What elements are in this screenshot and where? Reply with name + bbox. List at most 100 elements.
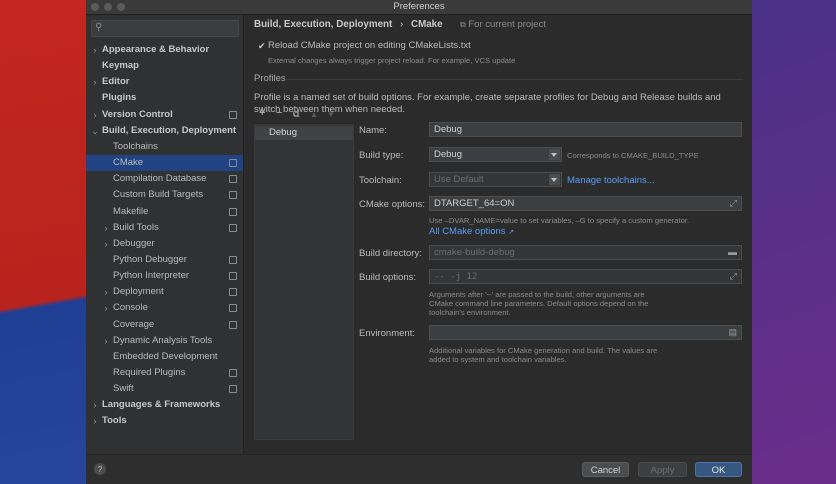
settings-sidebar: ⚲ › Appearance & Behavior Keymap › Editor Plu…	[86, 15, 243, 454]
sidebar-item-label: Editor	[102, 76, 130, 88]
add-icon[interactable]: +	[259, 107, 265, 119]
sidebar-item-embedded-development[interactable]: Embedded Development	[86, 349, 243, 365]
sidebar-item-keymap[interactable]: Keymap	[86, 58, 243, 74]
sidebar-item-tools[interactable]: › Tools	[86, 413, 243, 429]
cmake-options-field[interactable]: DTARGET_64=ON ⤢	[429, 196, 742, 211]
sidebar-item-editor[interactable]: › Editor	[86, 74, 243, 90]
sidebar-item-required-plugins[interactable]: Required Plugins	[86, 365, 243, 381]
sidebar-item-console[interactable]: › Console	[86, 300, 243, 316]
project-settings-icon	[229, 369, 237, 377]
build-type-hint: Corresponds to CMAKE_BUILD_TYPE	[567, 151, 699, 160]
build-directory-label: Build directory:	[359, 248, 422, 259]
chevron-right-icon[interactable]: ›	[102, 284, 110, 300]
sidebar-item-version-control[interactable]: › Version Control	[86, 107, 243, 123]
sidebar-item-label: Python Debugger	[113, 253, 187, 265]
chevron-right-icon[interactable]: ›	[91, 42, 99, 58]
name-field[interactable]: Debug	[429, 122, 742, 137]
sidebar-item-label: Console	[113, 302, 148, 314]
ok-button[interactable]: OK	[695, 462, 742, 477]
folder-icon[interactable]: ▬	[728, 246, 737, 259]
chevron-right-icon[interactable]: ›	[91, 74, 99, 90]
external-link-icon: ↗	[508, 229, 515, 236]
settings-search-input[interactable]: ⚲	[91, 20, 239, 37]
environment-hint-line-2: added to system and toolchain variables.	[429, 355, 567, 364]
build-options-hint-line-2: CMake command line parameters. Default o…	[429, 299, 649, 308]
help-button[interactable]: ?	[94, 463, 106, 475]
build-directory-field[interactable]: cmake-build-debug ▬	[429, 245, 742, 260]
cancel-button[interactable]: Cancel	[582, 462, 629, 477]
sidebar-item-build-execution-deployment[interactable]: ⌄ Build, Execution, Deployment	[86, 123, 243, 139]
reload-note: External changes always trigger project …	[268, 56, 516, 65]
sidebar-item-label: Compilation Database	[113, 173, 207, 185]
profile-item-label: Debug	[269, 127, 297, 138]
sidebar-item-python-interpreter[interactable]: Python Interpreter	[86, 268, 243, 284]
sidebar-item-appearance-behavior[interactable]: › Appearance & Behavior	[86, 42, 243, 58]
reload-checkbox-row[interactable]: ✔ Reload CMake project on editing CMakeL…	[254, 40, 471, 52]
manage-toolchains-link[interactable]: Manage toolchains...	[567, 175, 655, 186]
apply-button[interactable]: Apply	[638, 462, 687, 477]
sidebar-item-debugger[interactable]: › Debugger	[86, 236, 243, 252]
sidebar-item-label: Required Plugins	[113, 367, 186, 378]
project-settings-icon	[229, 110, 237, 119]
remove-icon[interactable]: −	[276, 107, 282, 119]
project-settings-icon	[229, 159, 237, 168]
profile-item-debug[interactable]: Debug	[255, 126, 353, 140]
project-settings-icon	[229, 191, 237, 200]
sidebar-item-swift[interactable]: Swift	[86, 381, 243, 397]
chevron-right-icon[interactable]: ›	[91, 397, 99, 413]
sidebar-item-plugins[interactable]: Plugins	[86, 90, 243, 106]
chevron-down-icon	[549, 174, 560, 185]
sidebar-item-label: Makefile	[113, 205, 149, 217]
list-icon[interactable]: ▤	[728, 326, 737, 339]
breadcrumb-parent[interactable]: Build, Execution, Deployment	[254, 19, 392, 30]
chevron-right-icon[interactable]: ›	[102, 333, 110, 349]
chevron-right-icon[interactable]: ›	[102, 220, 110, 236]
build-directory-value: cmake-build-debug	[434, 247, 515, 258]
scope-label: For current project	[468, 19, 546, 30]
copy-icon[interactable]: ⧉	[293, 109, 299, 120]
project-settings-icon	[229, 175, 237, 184]
build-type-select[interactable]: Debug	[429, 147, 562, 162]
environment-field[interactable]: ▤	[429, 325, 742, 340]
sidebar-item-cmake[interactable]: CMake	[86, 155, 243, 172]
project-settings-icon	[229, 320, 237, 329]
build-options-field[interactable]: -- -j 12 ⤢	[429, 269, 742, 284]
sidebar-item-deployment[interactable]: › Deployment	[86, 284, 243, 300]
sidebar-item-custom-build-targets[interactable]: Custom Build Targets	[86, 187, 243, 203]
sidebar-item-build-tools[interactable]: › Build Tools	[86, 220, 243, 236]
sidebar-item-dynamic-analysis-tools[interactable]: › Dynamic Analysis Tools	[86, 333, 243, 349]
sidebar-item-label: Dynamic Analysis Tools	[113, 334, 213, 346]
build-options-value: -- -j 12	[434, 272, 478, 282]
expand-icon[interactable]: ⤢	[730, 270, 737, 283]
move-up-icon[interactable]: ▲	[310, 110, 318, 119]
move-down-icon[interactable]: ▼	[327, 110, 335, 119]
desktop-wallpaper-left	[0, 0, 86, 484]
chevron-right-icon[interactable]: ›	[102, 236, 110, 252]
scope-indicator: ⧉ For current project	[460, 19, 546, 30]
toolchain-label: Toolchain:	[359, 175, 402, 186]
sidebar-item-compilation-database[interactable]: Compilation Database	[86, 171, 243, 187]
sidebar-item-label: Custom Build Targets	[113, 189, 204, 201]
name-label: Name:	[359, 125, 387, 136]
profiles-section-title: Profiles	[254, 73, 286, 84]
all-cmake-options-link[interactable]: All CMake options ↗	[429, 226, 514, 237]
sidebar-item-label: Appearance & Behavior	[102, 44, 210, 55]
project-scope-icon: ⧉	[460, 20, 466, 29]
sidebar-item-makefile[interactable]: Makefile	[86, 204, 243, 220]
cmake-options-hint: Use –DVAR_NAME=value to set variables, –…	[429, 216, 690, 225]
toolchain-select[interactable]: Use Default	[429, 172, 562, 187]
chevron-right-icon[interactable]: ›	[91, 107, 99, 123]
chevron-right-icon[interactable]: ›	[91, 413, 99, 429]
sidebar-item-python-debugger[interactable]: Python Debugger	[86, 252, 243, 268]
sidebar-item-coverage[interactable]: Coverage	[86, 317, 243, 333]
expand-icon[interactable]: ⤢	[730, 197, 737, 210]
cmake-settings-panel: Build, Execution, Deployment › CMake ⧉ F…	[243, 15, 752, 454]
sidebar-item-toolchains[interactable]: Toolchains	[86, 139, 243, 155]
sidebar-item-languages-frameworks[interactable]: › Languages & Frameworks	[86, 397, 243, 413]
chevron-right-icon[interactable]: ›	[102, 300, 110, 316]
environment-hint-line-1: Additional variables for CMake generatio…	[429, 346, 658, 355]
reload-checkbox-label[interactable]: Reload CMake project on editing CMakeLis…	[268, 40, 471, 51]
sidebar-item-label: Debugger	[113, 237, 155, 249]
reload-checkbox-icon[interactable]: ✔	[258, 41, 266, 52]
chevron-down-icon[interactable]: ⌄	[91, 123, 99, 139]
